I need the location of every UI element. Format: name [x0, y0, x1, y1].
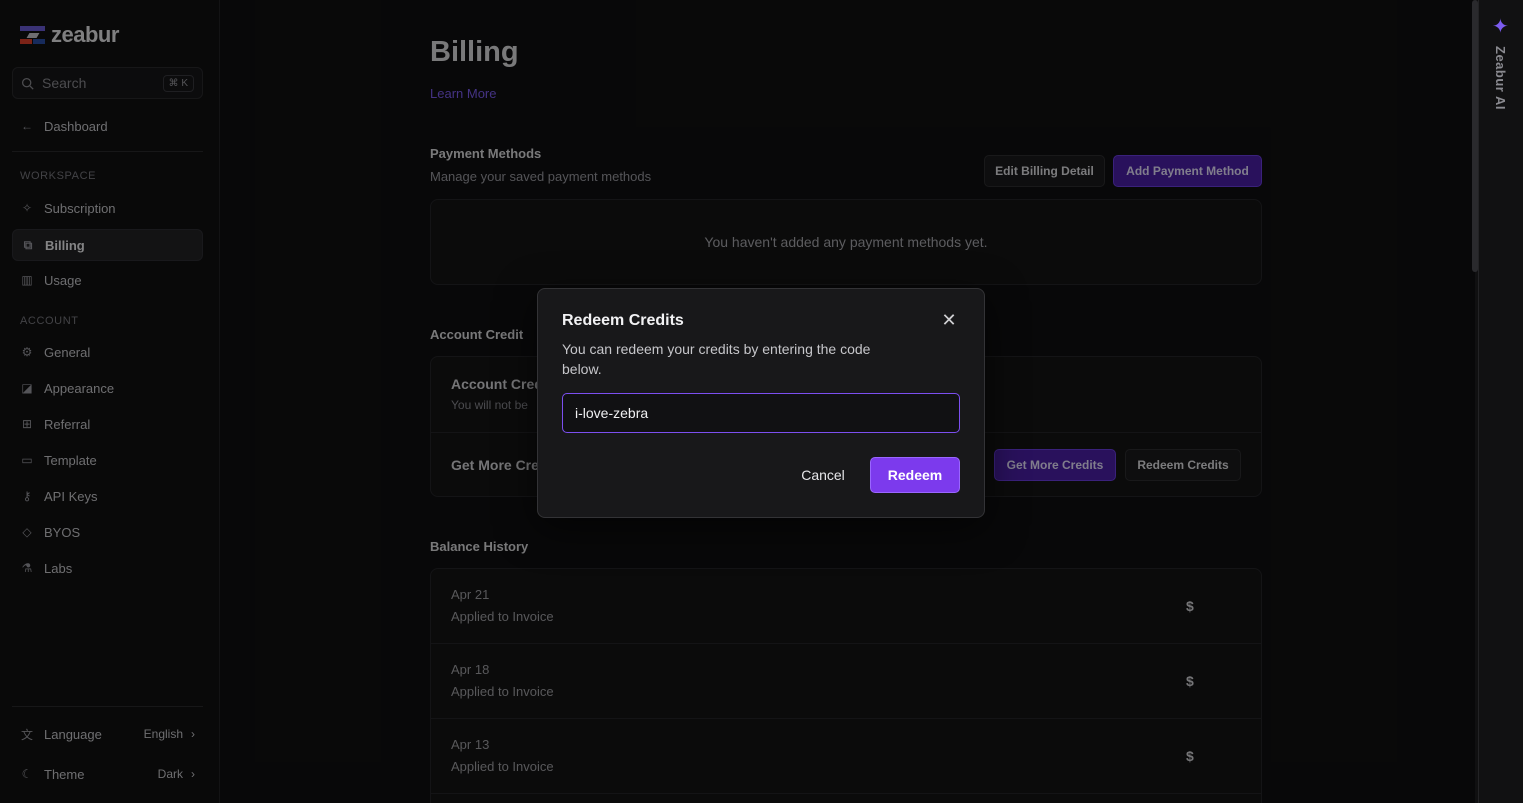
- app-root: zeabur Search ⌘ K ← Dashboard WORKSPACE …: [0, 0, 1523, 803]
- dialog-description: You can redeem your credits by entering …: [562, 341, 871, 377]
- redeem-button[interactable]: Redeem: [870, 457, 960, 493]
- zeabur-ai-label: Zeabur AI: [1493, 46, 1508, 110]
- redeem-code-input[interactable]: [562, 393, 960, 433]
- cancel-button[interactable]: Cancel: [788, 457, 858, 493]
- zeabur-ai-rail[interactable]: ✦ Zeabur AI: [1478, 0, 1523, 803]
- ai-sparkle-icon: ✦: [1492, 16, 1509, 38]
- dialog-title: Redeem Credits: [562, 312, 684, 329]
- close-icon[interactable]: ✕: [940, 311, 958, 329]
- redeem-credits-dialog: Redeem Credits ✕ You can redeem your cre…: [537, 288, 985, 518]
